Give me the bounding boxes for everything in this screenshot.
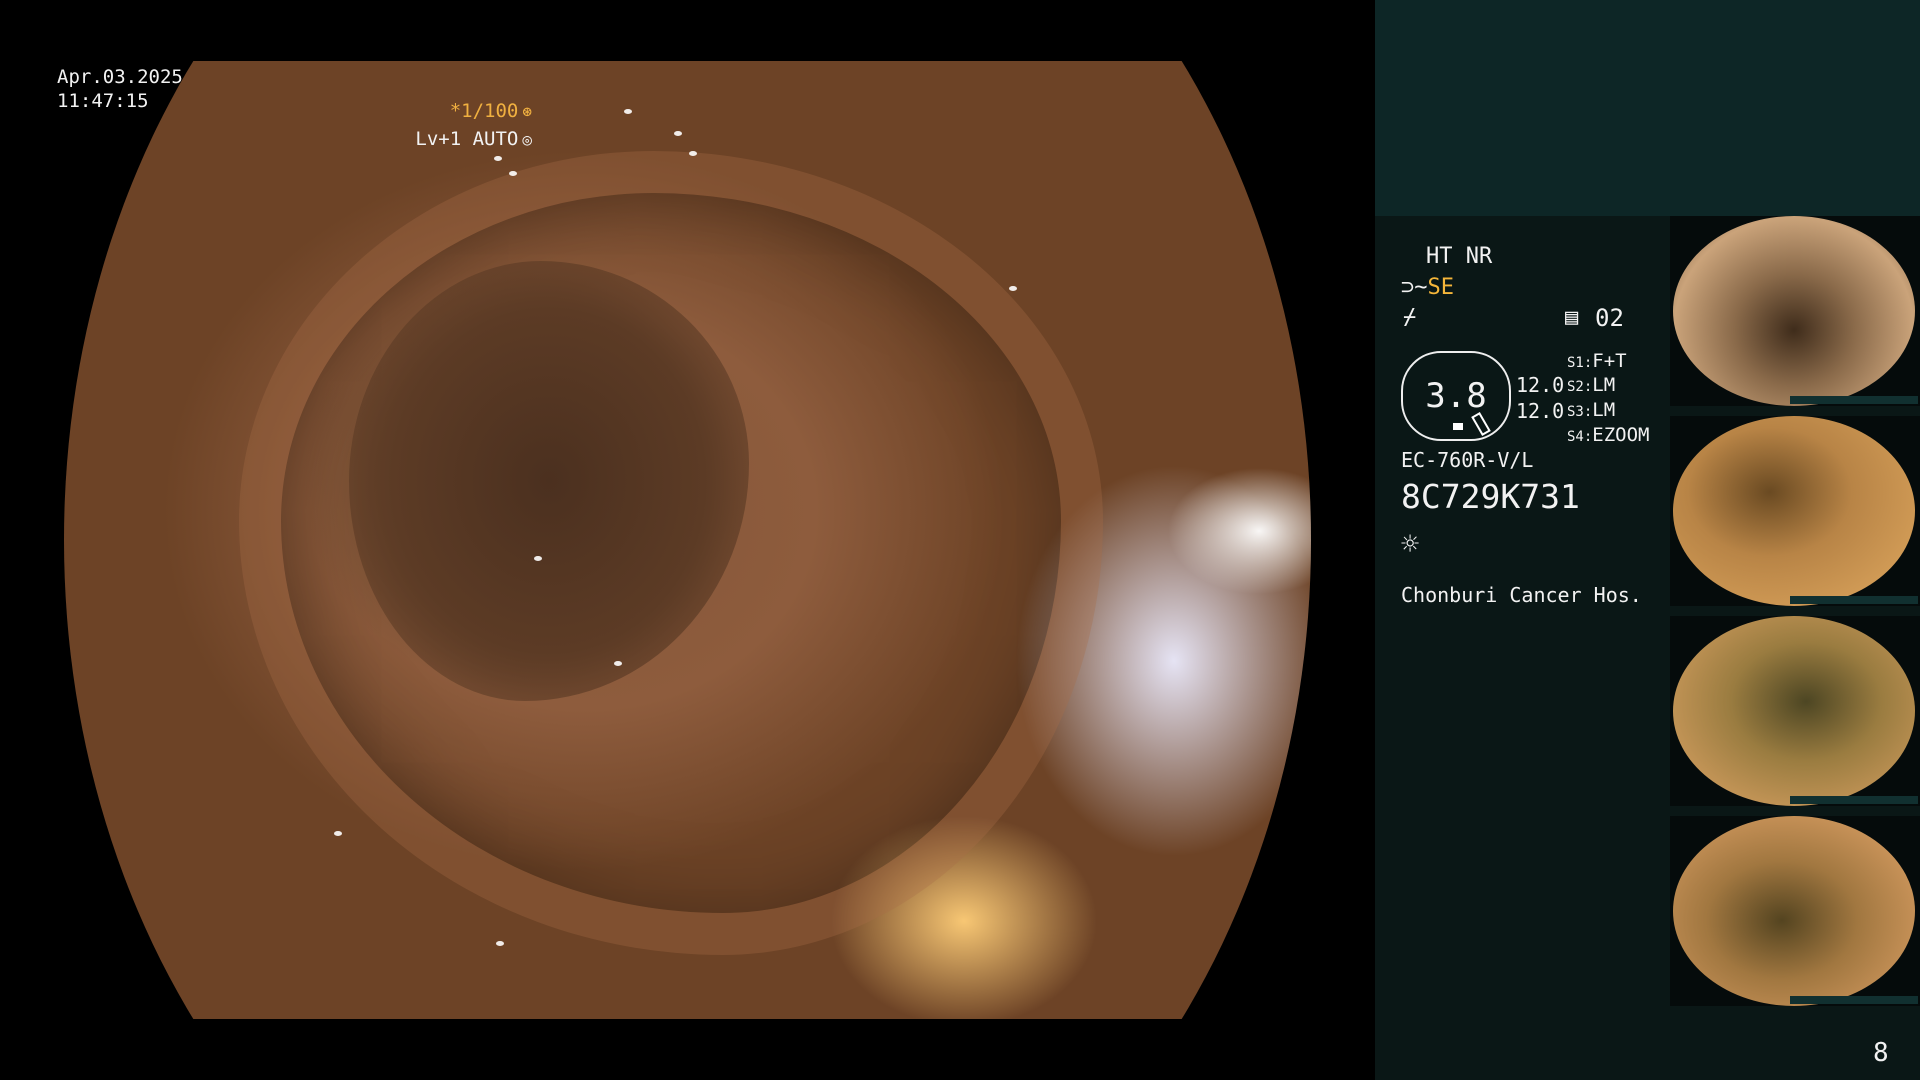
captured-thumbnail[interactable] [1670,816,1920,1006]
endoscopy-view: Apr.03.2025 11:47:15 *1/100 ⊛ Lv+1 AUTO ◎ [0,0,1375,1080]
brightness-level-value: Lv+1 AUTO [415,128,519,150]
captured-images-strip [1670,216,1920,1016]
thumbnail-image [1673,216,1915,406]
setting-s4: S4:EZOOM [1567,422,1650,450]
thumbnail-hospital-bar [1790,596,1918,604]
hospital-name: Chonburi Cancer Hos. [1401,583,1642,607]
light-reflection [614,661,622,666]
light-reflection [534,556,542,561]
light-reflection [494,156,502,161]
captured-thumbnail[interactable] [1670,216,1920,406]
setting-s2: S2:LM [1567,372,1615,400]
light-reflection [334,831,342,836]
exam-date: Apr.03.2025 [57,66,183,88]
thumbnail-image [1673,816,1915,1006]
endoscopic-image [64,61,1311,1019]
exam-time: 11:47:15 [57,90,149,112]
info-panel: HT NR ⊃~SE ⌿ ▤ 02 3.8 12.0 12.0 S1:F+T S… [1375,0,1920,1080]
setting-value: F+T [1592,350,1627,372]
setting-key: S2: [1567,379,1593,395]
thumbnail-hospital-bar [1790,996,1918,1004]
light-reflection [624,109,632,114]
light-reflection [509,171,517,176]
light-reflection [674,131,682,136]
gauge-side-value: 12.0 [1516,399,1565,423]
record-count: 02 [1595,304,1624,332]
setting-value: LM [1592,399,1616,421]
thumbnail-image [1673,416,1915,606]
setting-value: EZOOM [1592,424,1650,446]
se-label: SE [1427,275,1455,300]
curve-icon: ⌿ [1403,305,1417,330]
scope-serial: 8C729K731 [1401,477,1580,516]
light-reflection [496,941,504,946]
structure-enhancement: ⊃~SE [1401,275,1454,301]
thumbnail-hospital-bar [1790,796,1918,804]
gauge-side-value: 12.0 [1516,373,1565,397]
ht-nr-label: HT NR [1426,244,1493,269]
captured-thumbnail[interactable] [1670,416,1920,606]
thumbnail-image [1673,616,1915,806]
setting-key: S1: [1567,355,1593,371]
setting-s3: S3:LM [1567,397,1615,425]
brightness-level: Lv+1 AUTO ◎ [415,127,532,152]
gauge-needle-icon [1471,411,1491,437]
setting-key: S3: [1567,404,1593,420]
setting-key: S4: [1567,429,1593,445]
iris-icon: ◎ [522,130,532,149]
gauge-marker-icon [1453,423,1463,430]
setting-value: LM [1592,374,1616,396]
aperture-icon: ⊛ [522,102,532,121]
light-source-icon: ☼ [1401,527,1420,562]
zoom-gauge: 3.8 [1401,351,1511,441]
record-icon: ▤ [1565,305,1579,330]
enhancement-icon: ⊃~ [1401,275,1428,300]
shutter-speed: *1/100 ⊛ [450,99,532,124]
zoom-gauge-value: 3.8 [1425,376,1487,416]
light-reflection [689,151,697,156]
light-reflection [1009,286,1017,291]
shutter-speed-value: *1/100 [449,100,519,122]
panel-header [1375,0,1920,216]
captured-thumbnail[interactable] [1670,616,1920,806]
scope-model: EC-760R-V/L [1401,448,1534,472]
page-number: 8 [1873,1038,1889,1068]
thumbnail-hospital-bar [1790,396,1918,404]
